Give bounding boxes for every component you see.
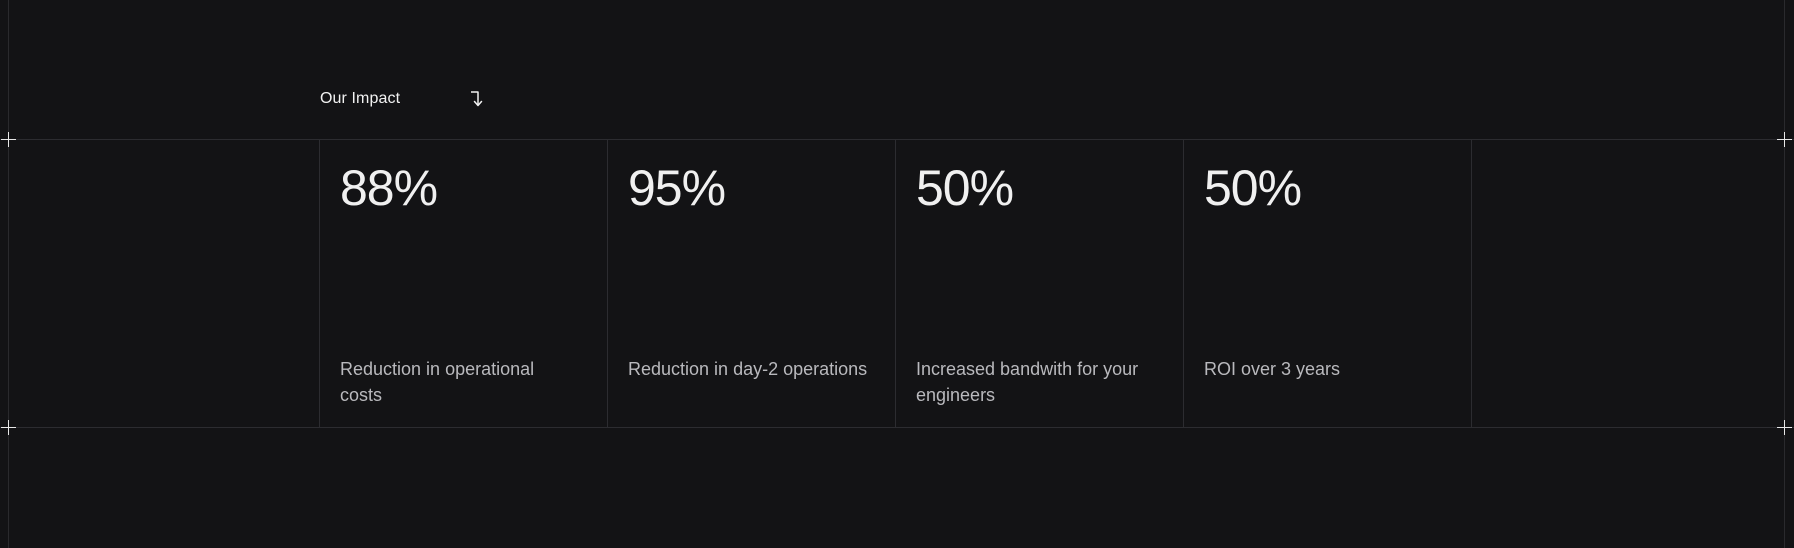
stat-card: 50% Increased bandwith for your engineer… xyxy=(895,140,1183,428)
impact-stats-grid: 88% Reduction in operational costs 95% R… xyxy=(319,140,1472,428)
crosshair-bottom-right-icon xyxy=(1777,420,1792,435)
stat-description: Reduction in day-2 operations xyxy=(628,359,868,379)
stat-card: 88% Reduction in operational costs xyxy=(319,140,607,428)
stat-description: Increased bandwith for your engineers xyxy=(916,359,1139,405)
right-guide-line xyxy=(1784,0,1785,548)
stat-card: 50% ROI over 3 years xyxy=(1183,140,1471,428)
crosshair-bottom-left-icon xyxy=(1,420,16,435)
stat-value: 50% xyxy=(916,160,1014,216)
stat-value: 50% xyxy=(1204,160,1302,216)
stat-description: ROI over 3 years xyxy=(1204,359,1341,379)
stat-card: 95% Reduction in day-2 operations xyxy=(607,140,895,428)
arrow-down-right-icon xyxy=(471,91,483,107)
section-title: Our Impact xyxy=(320,90,401,107)
left-guide-line xyxy=(8,0,9,548)
stat-description: Reduction in operational costs xyxy=(340,359,535,405)
stat-card-empty xyxy=(1471,140,1472,428)
crosshair-top-right-icon xyxy=(1777,132,1792,147)
stat-value: 88% xyxy=(340,160,438,216)
stat-value: 95% xyxy=(628,160,726,216)
crosshair-top-left-icon xyxy=(1,132,16,147)
